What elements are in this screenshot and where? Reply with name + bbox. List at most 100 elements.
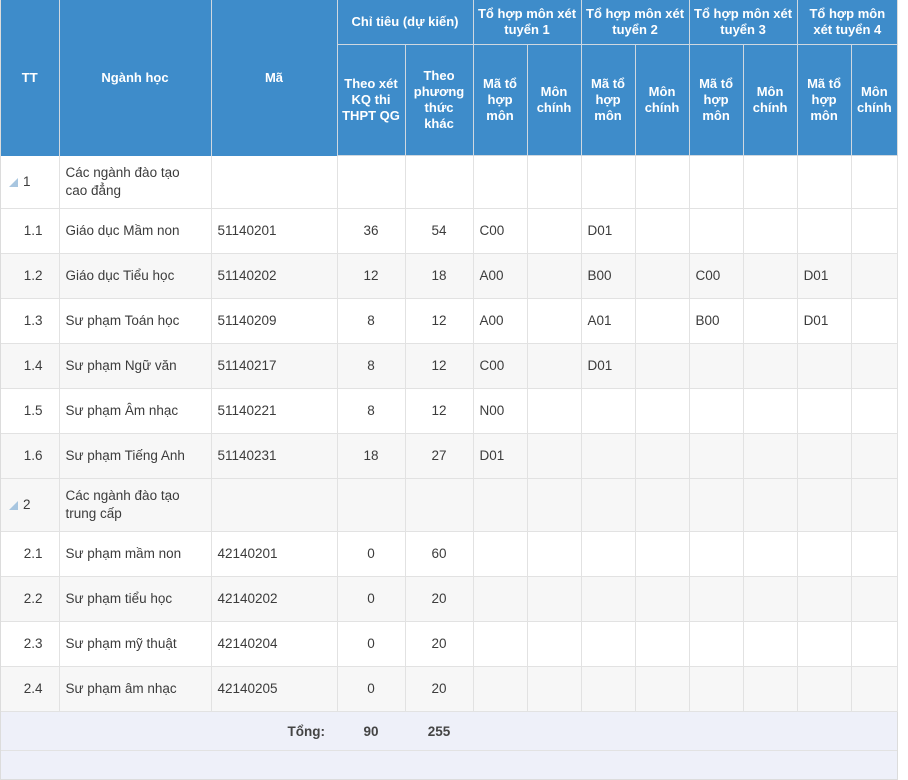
cell-mon-chinh-1	[527, 388, 582, 434]
cell-tt-label: 2.1	[23, 545, 43, 561]
collapse-triangle-icon[interactable]	[9, 177, 18, 187]
cell-ma: 51140201	[211, 208, 338, 254]
cell-ma-to-hop-2	[581, 433, 636, 479]
cell-tt: 1.4	[1, 343, 60, 389]
col-header-mon-chinh-4[interactable]: Môn chính	[851, 44, 898, 156]
cell-ma-to-hop-4	[797, 155, 852, 209]
cell-mon-chinh-4	[851, 531, 898, 577]
cell-mon-chinh-3	[743, 478, 798, 532]
cell-ma-to-hop-3: B00	[689, 298, 744, 344]
col-header-tt[interactable]: TT	[1, 0, 60, 156]
table-row[interactable]: 1.4 Sư phạm Ngữ văn 51140217 8 12 C00 D01	[1, 343, 898, 389]
col-header-ma-to-hop-mon-1[interactable]: Mã tổ hợp môn	[473, 44, 528, 156]
col-header-ma-to-hop-mon-3[interactable]: Mã tổ hợp môn	[689, 44, 744, 156]
cell-mon-chinh-3	[743, 621, 798, 667]
cell-mon-chinh-4	[851, 253, 898, 299]
cell-ma-to-hop-1	[473, 621, 528, 667]
cell-mon-chinh-1	[527, 621, 582, 667]
col-header-ma-to-hop-mon-2[interactable]: Mã tổ hợp môn	[581, 44, 636, 156]
cell-mon-chinh-2	[635, 208, 690, 254]
grid-pager-bar[interactable]	[1, 750, 897, 779]
cell-theo-phuong-thuc-khac: 18	[405, 253, 474, 299]
cell-nganh-hoc: Giáo dục Mầm non	[59, 208, 212, 254]
cell-ma-to-hop-1: C00	[473, 208, 528, 254]
cell-ma: 51140231	[211, 433, 338, 479]
cell-ma-to-hop-4	[797, 531, 852, 577]
table-row[interactable]: 1.1 Giáo dục Mầm non 51140201 36 54 C00 D01	[1, 208, 898, 254]
table-row[interactable]: 2.1 Sư phạm mầm non 42140201 0 60	[1, 531, 898, 577]
cell-tt: 2	[1, 478, 60, 532]
cell-mon-chinh-3	[743, 298, 798, 344]
cell-ma-to-hop-1	[473, 576, 528, 622]
cell-theo-xet-kq: 8	[337, 388, 406, 434]
cell-tt-label: 1.3	[23, 312, 43, 328]
col-header-chi-tieu: Chỉ tiêu (dự kiến)	[337, 0, 474, 45]
cell-ma-to-hop-4	[797, 666, 852, 712]
cell-mon-chinh-4	[851, 621, 898, 667]
cell-ma-to-hop-4	[797, 343, 852, 389]
cell-theo-phuong-thuc-khac: 20	[405, 666, 474, 712]
cell-theo-phuong-thuc-khac: 20	[405, 621, 474, 667]
cell-theo-xet-kq: 12	[337, 253, 406, 299]
cell-theo-phuong-thuc-khac: 27	[405, 433, 474, 479]
cell-tt-label: 1.6	[23, 447, 43, 463]
cell-nganh-hoc: Các ngành đào tạo cao đẳng	[59, 155, 212, 209]
cell-ma-to-hop-2	[581, 155, 636, 209]
table-row[interactable]: 1.5 Sư phạm Âm nhạc 51140221 8 12 N00	[1, 388, 898, 434]
col-header-ma[interactable]: Mã	[211, 0, 338, 156]
cell-mon-chinh-1	[527, 531, 582, 577]
col-header-mon-chinh-2[interactable]: Môn chính	[635, 44, 690, 156]
cell-ma: 42140205	[211, 666, 338, 712]
cell-mon-chinh-2	[635, 253, 690, 299]
table-row[interactable]: 2.2 Sư phạm tiểu học 42140202 0 20	[1, 576, 898, 622]
cell-ma-to-hop-2: B00	[581, 253, 636, 299]
cell-mon-chinh-4	[851, 433, 898, 479]
cell-theo-xet-kq: 18	[337, 433, 406, 479]
cell-ma-to-hop-4	[797, 433, 852, 479]
cell-mon-chinh-3	[743, 388, 798, 434]
table-row[interactable]: 2.4 Sư phạm âm nhạc 42140205 0 20	[1, 666, 898, 712]
cell-mon-chinh-4	[851, 208, 898, 254]
table-row[interactable]: 1.2 Giáo dục Tiểu học 51140202 12 18 A00 B00 C0…	[1, 253, 898, 299]
cell-ma-to-hop-1	[473, 155, 528, 209]
cell-ma-to-hop-2	[581, 478, 636, 532]
cell-mon-chinh-3	[743, 155, 798, 209]
col-header-ma-to-hop-mon-4[interactable]: Mã tổ hợp môn	[797, 44, 852, 156]
cell-nganh-hoc: Giáo dục Tiểu học	[59, 253, 212, 299]
cell-tt-label: 1	[23, 173, 31, 189]
cell-mon-chinh-3	[743, 208, 798, 254]
col-header-nganh-hoc[interactable]: Ngành học	[59, 0, 212, 156]
cell-mon-chinh-4	[851, 576, 898, 622]
table-row[interactable]: 2.3 Sư phạm mỹ thuật 42140204 0 20	[1, 621, 898, 667]
cell-ma-to-hop-2	[581, 388, 636, 434]
cell-theo-phuong-thuc-khac: 60	[405, 531, 474, 577]
col-header-theo-phuong-thuc-khac[interactable]: Theo phương thức khác	[405, 44, 474, 156]
cell-tt: 1.2	[1, 253, 60, 299]
cell-theo-phuong-thuc-khac: 54	[405, 208, 474, 254]
cell-ma-to-hop-2: D01	[581, 208, 636, 254]
table-group-row[interactable]: 1 Các ngành đào tạo cao đẳng	[1, 155, 898, 209]
table-row[interactable]: 1.3 Sư phạm Toán học 51140209 8 12 A00 A01 B00 D…	[1, 298, 898, 344]
cell-theo-xet-kq: 8	[337, 343, 406, 389]
cell-mon-chinh-2	[635, 388, 690, 434]
cell-nganh-hoc: Sư phạm Tiếng Anh	[59, 433, 212, 479]
cell-mon-chinh-4	[851, 666, 898, 712]
col-header-mon-chinh-3[interactable]: Môn chính	[743, 44, 798, 156]
cell-mon-chinh-2	[635, 576, 690, 622]
table-row[interactable]: 1.6 Sư phạm Tiếng Anh 51140231 18 27 D01	[1, 433, 898, 479]
collapse-triangle-icon[interactable]	[9, 501, 18, 510]
col-header-to-hop-4: Tổ hợp môn xét tuyển 4	[797, 0, 898, 45]
cell-mon-chinh-2	[635, 621, 690, 667]
table-group-row[interactable]: 2 Các ngành đào tạo trung cấp	[1, 478, 898, 532]
col-header-mon-chinh-1[interactable]: Môn chính	[527, 44, 582, 156]
cell-nganh-hoc: Các ngành đào tạo trung cấp	[59, 478, 212, 532]
cell-theo-xet-kq: 0	[337, 666, 406, 712]
cell-nganh-hoc: Sư phạm tiểu học	[59, 576, 212, 622]
col-header-theo-xet-kq[interactable]: Theo xét KQ thi THPT QG	[337, 44, 406, 156]
cell-mon-chinh-3	[743, 576, 798, 622]
cell-theo-phuong-thuc-khac: 20	[405, 576, 474, 622]
cell-ma-to-hop-3	[689, 208, 744, 254]
cell-theo-xet-kq: 36	[337, 208, 406, 254]
cell-tt-label: 1.2	[23, 267, 43, 283]
cell-ma-to-hop-2: A01	[581, 298, 636, 344]
